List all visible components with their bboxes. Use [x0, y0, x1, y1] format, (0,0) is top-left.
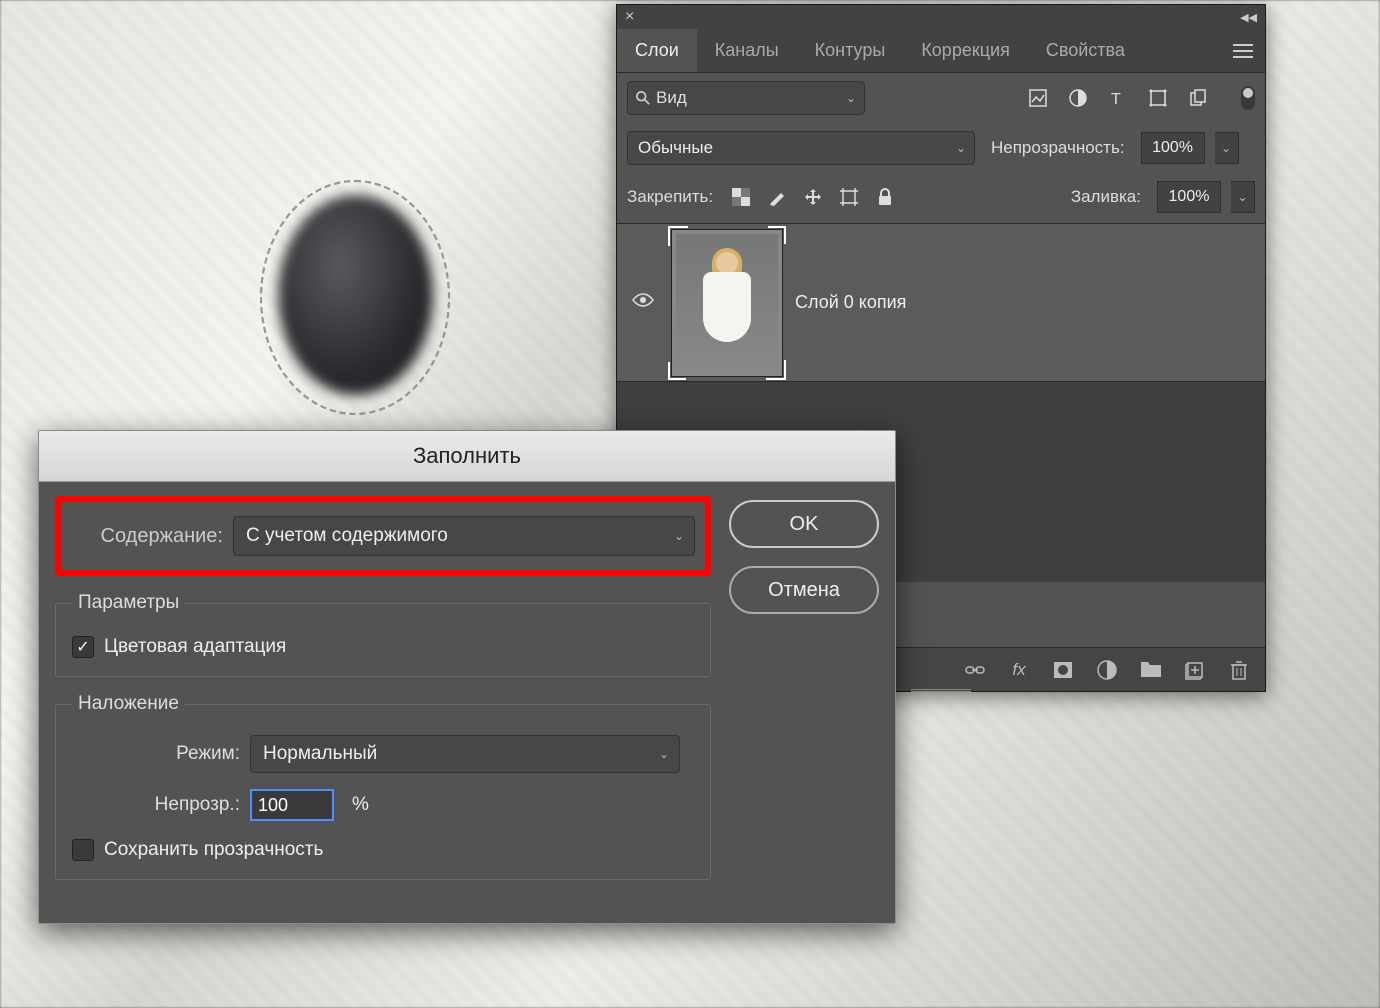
- svg-text:T: T: [1111, 91, 1121, 107]
- color-adapt-checkbox[interactable]: ✓: [72, 636, 94, 658]
- lock-transparency-icon[interactable]: [729, 185, 753, 209]
- layer-row[interactable]: Слой 0 копия: [617, 224, 1265, 382]
- dialog-title: Заполнить: [39, 431, 895, 482]
- chevron-down-icon: ⌄: [956, 141, 966, 155]
- blending-fieldset: Наложение Режим: Нормальный ⌄ Непрозр.: …: [55, 693, 711, 880]
- tab-layers[interactable]: Слои: [617, 29, 697, 72]
- filter-smart-icon[interactable]: [1187, 87, 1209, 109]
- chevron-down-icon: ⌄: [659, 747, 669, 761]
- dialog-opacity-label: Непрозр.:: [72, 794, 240, 816]
- lock-label: Закрепить:: [627, 187, 713, 207]
- preserve-transparency-checkbox[interactable]: ✓: [72, 839, 94, 861]
- fill-chevron[interactable]: ⌄: [1231, 181, 1255, 213]
- ok-button[interactable]: OK: [729, 500, 879, 548]
- filter-shape-icon[interactable]: [1147, 87, 1169, 109]
- collapse-icon[interactable]: ◀◀: [1240, 11, 1257, 24]
- filter-toggle[interactable]: [1241, 86, 1255, 110]
- add-adjustment-icon[interactable]: [1095, 658, 1119, 682]
- layer-fx-icon[interactable]: fx: [1007, 658, 1031, 682]
- preserve-transparency-label: Сохранить прозрачность: [104, 839, 323, 861]
- tab-paths[interactable]: Контуры: [797, 29, 904, 72]
- content-select-value: С учетом содержимого: [246, 525, 448, 547]
- search-icon: [636, 91, 650, 105]
- tab-adjustments[interactable]: Коррекция: [903, 29, 1028, 72]
- visibility-icon[interactable]: [627, 291, 659, 314]
- layer-kind-select[interactable]: Вид ⌄: [627, 81, 865, 115]
- layer-kind-label: Вид: [656, 88, 687, 108]
- resize-grip[interactable]: [911, 689, 971, 695]
- mode-select-value: Нормальный: [263, 743, 377, 765]
- opacity-value[interactable]: 100%: [1141, 132, 1205, 164]
- fill-dialog: Заполнить Содержание: С учетом содержимо…: [38, 430, 896, 924]
- layer-name[interactable]: Слой 0 копия: [795, 292, 906, 313]
- lock-position-icon[interactable]: [801, 185, 825, 209]
- add-mask-icon[interactable]: [1051, 658, 1075, 682]
- close-icon[interactable]: ×: [625, 8, 634, 26]
- tab-channels[interactable]: Каналы: [697, 29, 797, 72]
- dialog-opacity-input[interactable]: [250, 789, 334, 821]
- tab-properties[interactable]: Свойства: [1028, 29, 1143, 72]
- panel-tabs: Слои Каналы Контуры Коррекция Свойства: [617, 29, 1265, 73]
- lock-pixels-icon[interactable]: [765, 185, 789, 209]
- parameters-legend: Параметры: [72, 592, 185, 614]
- marquee-selection: [260, 180, 450, 415]
- fill-value[interactable]: 100%: [1157, 181, 1221, 213]
- lock-all-icon[interactable]: [873, 185, 897, 209]
- lock-artboard-icon[interactable]: [837, 185, 861, 209]
- mode-select[interactable]: Нормальный ⌄: [250, 735, 680, 773]
- content-select[interactable]: С учетом содержимого ⌄: [233, 516, 695, 556]
- delete-layer-icon[interactable]: [1227, 658, 1251, 682]
- percent-label: %: [352, 794, 369, 816]
- blend-mode-value: Обычные: [638, 138, 713, 158]
- layer-thumbnail[interactable]: [671, 229, 783, 377]
- blend-mode-select[interactable]: Обычные ⌄: [627, 131, 975, 165]
- add-layer-icon[interactable]: [1183, 658, 1207, 682]
- color-adapt-label: Цветовая адаптация: [104, 636, 286, 658]
- blending-legend: Наложение: [72, 693, 185, 715]
- panel-titlebar[interactable]: × ◀◀: [617, 5, 1265, 29]
- filter-pixel-icon[interactable]: [1027, 87, 1049, 109]
- link-layers-icon[interactable]: [963, 658, 987, 682]
- cancel-button[interactable]: Отмена: [729, 566, 879, 614]
- add-group-icon[interactable]: [1139, 658, 1163, 682]
- filter-type-icon[interactable]: T: [1107, 87, 1129, 109]
- opacity-label: Непрозрачность:: [991, 138, 1125, 158]
- chevron-down-icon: ⌄: [674, 529, 684, 543]
- opacity-chevron[interactable]: ⌄: [1215, 132, 1239, 164]
- fill-label: Заливка:: [1071, 187, 1141, 207]
- content-row-highlight: Содержание: С учетом содержимого ⌄: [55, 496, 711, 576]
- filter-adjust-icon[interactable]: [1067, 87, 1089, 109]
- chevron-down-icon: ⌄: [846, 91, 856, 105]
- mode-label: Режим:: [72, 743, 240, 765]
- filter-icons: T: [1027, 86, 1255, 110]
- content-label: Содержание:: [71, 525, 223, 548]
- parameters-fieldset: Параметры ✓ Цветовая адаптация: [55, 592, 711, 677]
- panel-menu-icon[interactable]: [1221, 44, 1265, 58]
